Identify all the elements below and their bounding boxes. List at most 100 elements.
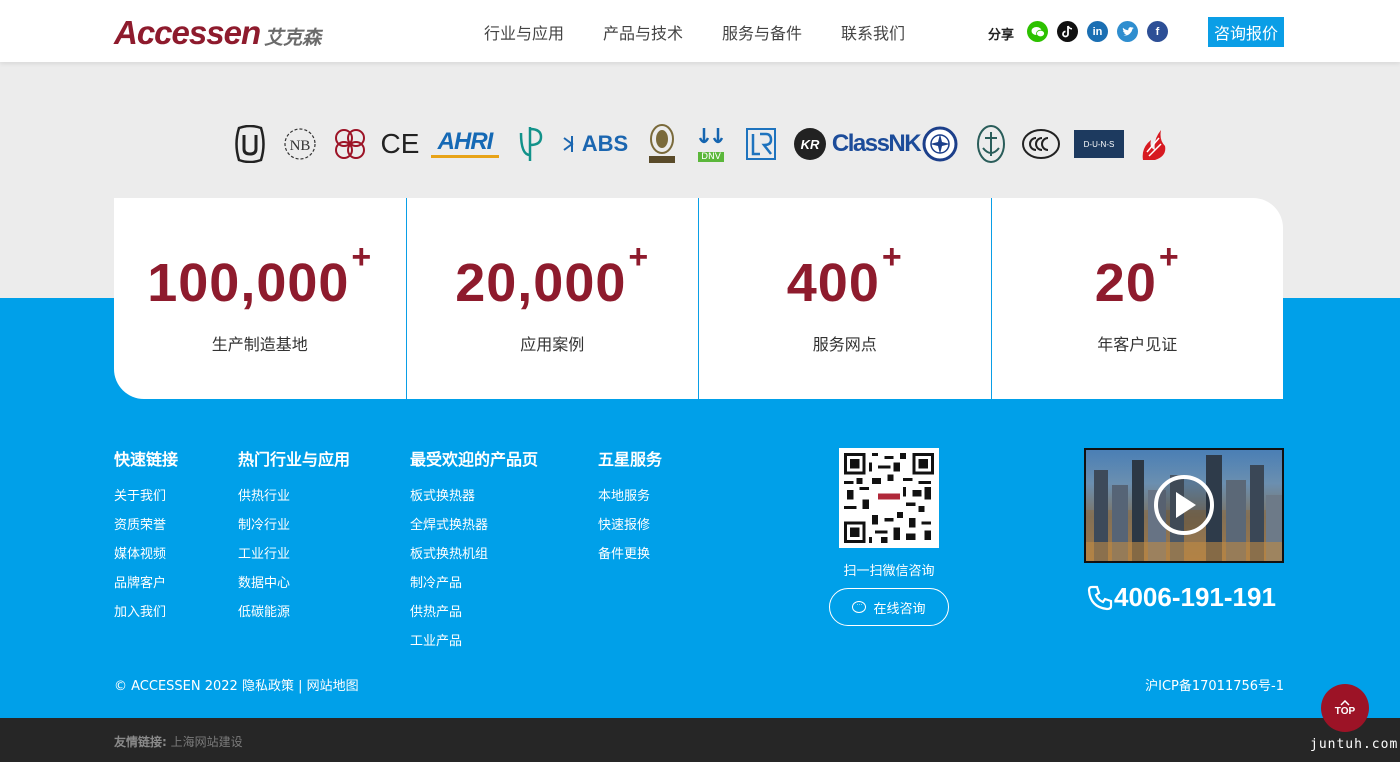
footer-link-honors[interactable]: 资质荣誉: [114, 517, 178, 546]
footer-col-industries: 热门行业与应用 供热行业 制冷行业 工业行业 数据中心 低碳能源: [238, 446, 350, 633]
stat-value: 400: [786, 253, 880, 313]
stat-suffix: +: [628, 238, 650, 276]
abs-label: ABS: [581, 131, 629, 156]
footer-link-industrial[interactable]: 工业行业: [238, 546, 350, 575]
back-to-top-label: TOP: [1334, 705, 1356, 717]
hotline-number: 4006-191-191: [1114, 582, 1276, 612]
online-consult-label: 在线咨询: [873, 601, 926, 617]
chat-icon: ···: [852, 601, 867, 613]
footer-link-heating[interactable]: 供热行业: [238, 488, 350, 517]
lp-cert-icon: [516, 122, 544, 166]
footer-link-spare-parts[interactable]: 备件更换: [598, 546, 662, 575]
kr-cert-icon: KR: [792, 122, 828, 166]
facebook-icon[interactable]: f: [1147, 21, 1168, 42]
stat-label: 应用案例: [520, 335, 585, 354]
friend-links-label: 友情链接:: [114, 735, 167, 749]
svg-text:NB: NB: [290, 138, 311, 154]
footer-link-datacenter[interactable]: 数据中心: [238, 575, 350, 604]
classnk-cert-icon: ClassNK: [831, 130, 922, 157]
brand-name-en: Accessen: [114, 14, 261, 51]
kr-label: KR: [801, 137, 820, 152]
qr-caption: 扫一扫微信咨询: [843, 564, 935, 579]
dnv-label: DNV: [698, 152, 724, 162]
sitemap-link[interactable]: 网站地图: [307, 679, 359, 694]
footer-col-service: 五星服务 本地服务 快速报修 备件更换: [598, 446, 662, 575]
stat-label: 年客户见证: [1097, 335, 1178, 354]
nav-item-products[interactable]: 产品与技术: [603, 20, 683, 44]
footer-link-welded-hx[interactable]: 全焊式换热器: [410, 517, 538, 546]
stat-service-points: 400+ 服务网点: [698, 198, 991, 399]
stat-label: 生产制造基地: [211, 335, 308, 354]
twitter-icon[interactable]: [1117, 21, 1138, 42]
quote-button[interactable]: 咨询报价: [1208, 17, 1284, 47]
stat-production: 100,000+ 生产制造基地: [114, 198, 406, 399]
lr-cert-icon: [746, 122, 776, 166]
brand-name-cn: 艾克森: [264, 27, 322, 49]
hotline: 4006-191-191: [1086, 582, 1276, 613]
wechat-qr-code: [839, 448, 939, 548]
anchor-cert-icon: [974, 122, 1008, 166]
cms-cert-icon: [332, 122, 368, 166]
footer-link-media[interactable]: 媒体视频: [114, 546, 178, 575]
dnv-cert-icon: DNV: [694, 122, 728, 166]
copyright-text: © ACCESSEN 2022: [114, 679, 238, 694]
footer-link-industrial-products[interactable]: 工业产品: [410, 633, 538, 662]
footer-link-low-carbon[interactable]: 低碳能源: [238, 604, 350, 633]
stat-cases: 20,000+ 应用案例: [405, 198, 699, 399]
footer-link-plate-hx[interactable]: 板式换热器: [410, 488, 538, 517]
duns-cert-icon: D-U-N-S: [1073, 122, 1125, 166]
wechat-icon[interactable]: [1027, 21, 1048, 42]
share-label: 分享: [988, 28, 1015, 43]
main-nav: 行业与应用 产品与技术 服务与备件 联系我们: [484, 20, 944, 44]
stats-card: 100,000+ 生产制造基地 20,000+ 应用案例 400+ 服务网点 2…: [114, 198, 1283, 399]
ccc-cert-icon: [1022, 122, 1060, 166]
footer-link-about[interactable]: 关于我们: [114, 488, 178, 517]
nb-cert-icon: NB: [282, 122, 318, 166]
duns-label: D-U-N-S: [1074, 130, 1124, 158]
phone-icon: [1087, 585, 1113, 610]
ahri-cert-icon: AHRI: [431, 128, 499, 158]
icp-license[interactable]: 沪ICP备17011756号-1: [1145, 675, 1284, 694]
footer-link-cooling[interactable]: 制冷行业: [238, 517, 350, 546]
footer-col-title: 最受欢迎的产品页: [410, 450, 539, 469]
footer-link-hx-unit[interactable]: 板式换热机组: [410, 546, 538, 575]
footer-link-heating-products[interactable]: 供热产品: [410, 604, 538, 633]
stat-years: 20+ 年客户见证: [990, 198, 1284, 399]
footer-link-cooling-products[interactable]: 制冷产品: [410, 575, 538, 604]
stat-value: 20,000: [455, 253, 627, 313]
footer-link-careers[interactable]: 加入我们: [114, 604, 178, 633]
abs-cert-icon: ABS: [558, 122, 632, 166]
video-thumbnail[interactable]: [1084, 448, 1284, 563]
footer-col-title: 快速链接: [114, 450, 179, 469]
watermark: juntuh.com: [1310, 737, 1399, 752]
footer-col-title: 五星服务: [598, 450, 663, 469]
stat-suffix: +: [351, 238, 373, 276]
nav-item-industries[interactable]: 行业与应用: [484, 20, 564, 44]
back-to-top-button[interactable]: TOP: [1321, 684, 1369, 732]
footer-col-quick-links: 快速链接 关于我们 资质荣誉 媒体视频 品牌客户 加入我们: [114, 446, 178, 633]
link-separator: |: [298, 679, 303, 694]
online-consult-button[interactable]: ··· 在线咨询: [829, 588, 949, 626]
bureau-veritas-icon: [646, 122, 678, 166]
brand-logo[interactable]: Accessen 艾克森: [114, 14, 321, 52]
stat-label: 服务网点: [812, 335, 877, 354]
stat-suffix: +: [1158, 238, 1180, 276]
stat-value: 20: [1094, 253, 1157, 313]
footer-link-clients[interactable]: 品牌客户: [114, 575, 178, 604]
copyright: © ACCESSEN 2022 隐私政策 | 网站地图: [114, 675, 359, 694]
nav-item-contact[interactable]: 联系我们: [841, 20, 905, 44]
linkedin-icon[interactable]: in: [1087, 21, 1108, 42]
stat-value: 100,000: [147, 253, 350, 313]
ce-cert-icon: CE: [380, 128, 420, 159]
footer-link-local-service[interactable]: 本地服务: [598, 488, 662, 517]
privacy-link[interactable]: 隐私政策: [242, 679, 294, 694]
ccs-cert-icon: [922, 122, 958, 166]
stat-suffix: +: [881, 238, 903, 276]
footer-col-products: 最受欢迎的产品页 板式换热器 全焊式换热器 板式换热机组 制冷产品 供热产品 工…: [410, 446, 538, 662]
site-header: Accessen 艾克森 行业与应用 产品与技术 服务与备件 联系我们 分享 i…: [0, 0, 1400, 62]
footer-col-title: 热门行业与应用: [238, 450, 351, 469]
friend-link[interactable]: 上海网站建设: [171, 735, 243, 749]
tiktok-icon[interactable]: [1057, 21, 1078, 42]
footer-link-repair[interactable]: 快速报修: [598, 517, 662, 546]
nav-item-services[interactable]: 服务与备件: [722, 20, 802, 44]
